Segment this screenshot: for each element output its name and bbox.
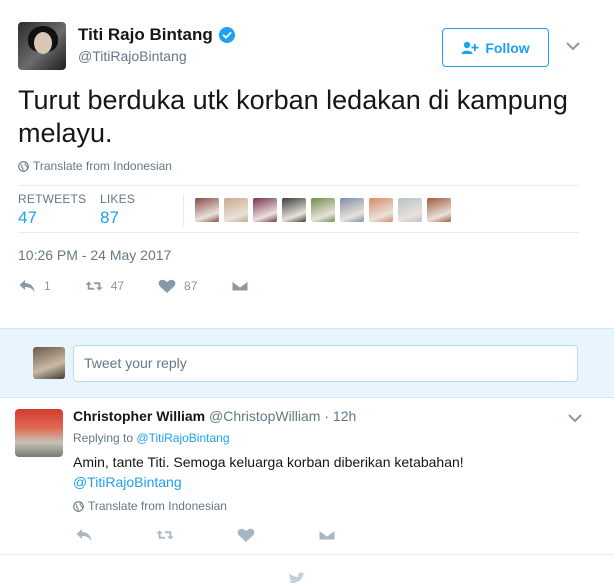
liker-avatar[interactable] <box>195 198 219 222</box>
reply-icon <box>76 529 92 541</box>
reply-direct-message-button[interactable] <box>318 527 336 543</box>
reply-translate-link[interactable]: Translate from Indonesian <box>73 499 227 513</box>
follow-button-label: Follow <box>485 39 530 56</box>
replying-to-handle-link[interactable]: @TitiRajoBintang <box>136 431 229 445</box>
replying-to-prefix: Replying to <box>73 431 134 445</box>
like-count: 87 <box>184 279 198 293</box>
tweet-actions: 1 47 87 <box>18 278 283 294</box>
reply-button[interactable]: 1 <box>18 278 51 294</box>
liker-avatar[interactable] <box>224 198 248 222</box>
retweet-icon <box>85 281 103 291</box>
verified-badge-icon <box>218 27 235 43</box>
author-avatar[interactable] <box>18 22 66 70</box>
translate-link[interactable]: Translate from Indonesian <box>18 159 172 173</box>
reply-translate-label: Translate from Indonesian <box>88 499 227 513</box>
retweet-button[interactable]: 47 <box>85 278 124 294</box>
tweet-stats: RETWEETS 47 LIKES 87 <box>18 185 579 233</box>
tweet-text: Turut berduka utk korban ledakan di kamp… <box>18 85 568 148</box>
likes-label: LIKES <box>100 192 136 206</box>
reply-author-avatar[interactable] <box>15 409 63 457</box>
author-handle[interactable]: @TitiRajoBintang <box>78 48 187 64</box>
reply-composer: Tweet your reply <box>0 328 614 398</box>
reply-input[interactable]: Tweet your reply <box>73 345 578 382</box>
avatar-face <box>34 32 52 54</box>
reply-author-name[interactable]: Christopher William <box>73 408 205 424</box>
reply-menu-chevron-down-icon[interactable] <box>568 410 582 426</box>
reply-time[interactable]: 12h <box>333 408 356 424</box>
likers-avatar-list <box>195 198 451 222</box>
like-button[interactable]: 87 <box>158 278 197 294</box>
globe-icon <box>73 500 84 512</box>
liker-avatar[interactable] <box>340 198 364 222</box>
author-name-text[interactable]: Titi Rajo Bintang <box>78 25 213 45</box>
liker-avatar[interactable] <box>369 198 393 222</box>
direct-message-button[interactable] <box>231 278 249 294</box>
liker-avatar[interactable] <box>398 198 422 222</box>
heart-icon <box>158 279 176 293</box>
heart-icon <box>237 528 255 542</box>
reply-actions <box>75 527 399 543</box>
reply-like-button[interactable] <box>237 527 255 543</box>
likes-stat[interactable]: LIKES 87 <box>100 192 135 228</box>
liker-avatar[interactable] <box>427 198 451 222</box>
envelope-icon <box>318 529 336 541</box>
envelope-icon <box>231 280 249 292</box>
reply-tweet[interactable]: Christopher William @ChristopWilliam · 1… <box>0 398 614 555</box>
reply-separator: · <box>324 408 330 424</box>
tweet-timestamp[interactable]: 10:26 PM - 24 May 2017 <box>18 247 171 263</box>
liker-avatar[interactable] <box>311 198 335 222</box>
twitter-bird-icon <box>289 572 306 583</box>
retweet-icon <box>156 530 174 540</box>
reply-author-handle[interactable]: @ChristopWilliam <box>209 408 320 424</box>
main-tweet: Titi Rajo Bintang @TitiRajoBintang Follo… <box>0 0 614 328</box>
reply-reply-button[interactable] <box>75 527 93 543</box>
follow-button[interactable]: Follow <box>442 28 549 67</box>
likes-value: 87 <box>100 208 119 227</box>
retweets-stat[interactable]: RETWEETS 47 <box>18 192 86 228</box>
stats-divider <box>183 194 184 226</box>
reply-count: 1 <box>44 279 51 293</box>
reply-icon <box>19 280 35 292</box>
reply-mention-link[interactable]: @TitiRajoBintang <box>73 472 573 492</box>
current-user-avatar <box>33 347 65 379</box>
retweets-label: RETWEETS <box>18 192 87 206</box>
reply-header: Christopher William @ChristopWilliam · 1… <box>73 408 356 424</box>
retweet-count: 47 <box>110 279 125 293</box>
liker-avatar[interactable] <box>253 198 277 222</box>
translate-label: Translate from Indonesian <box>33 159 172 173</box>
reply-retweet-button[interactable] <box>156 527 174 543</box>
globe-icon <box>18 160 29 172</box>
retweets-value: 47 <box>18 208 37 227</box>
reply-text: Amin, tante Titi. Semoga keluarga korban… <box>73 452 573 492</box>
add-user-icon <box>461 41 479 54</box>
reply-text-body: Amin, tante Titi. Semoga keluarga korban… <box>73 454 464 470</box>
replying-to: Replying to @TitiRajoBintang <box>73 431 230 445</box>
tweet-menu-chevron-down-icon[interactable] <box>566 38 580 54</box>
liker-avatar[interactable] <box>282 198 306 222</box>
author-name[interactable]: Titi Rajo Bintang <box>78 25 235 45</box>
